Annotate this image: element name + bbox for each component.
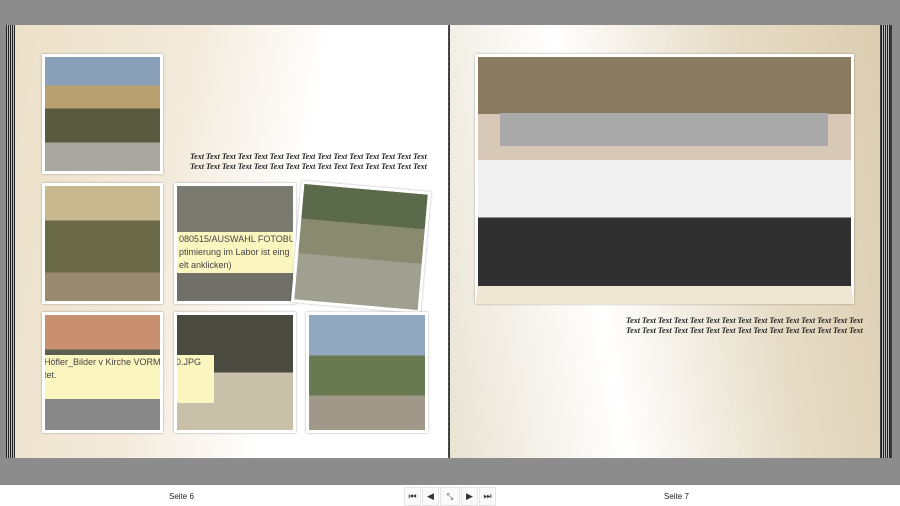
text-line: Text Text Text Text Text Text Text Text …	[626, 326, 863, 335]
photo-group-table[interactable]	[42, 183, 163, 304]
tooltip-line: ptimierung im Labor ist eing	[179, 247, 290, 257]
fit-view-button[interactable]: ⤡	[440, 487, 460, 506]
photo-firemen-rotated[interactable]	[290, 180, 432, 314]
tooltip: 0.JPG	[176, 355, 214, 403]
triangle-left-icon: ◀	[427, 491, 434, 501]
page-label-left: Seite 6	[169, 492, 194, 501]
tooltip-line: tet.	[44, 370, 57, 380]
skip-last-icon: ⏭	[483, 491, 492, 501]
photo-crowd[interactable]: 080515/AUSWAHL FOTOBUC ptimierung im Lab…	[174, 183, 296, 304]
last-page-button[interactable]: ⏭	[479, 487, 496, 506]
left-book-edge	[6, 25, 15, 458]
text-line: Text Text Text Text Text Text Text Text …	[190, 152, 427, 161]
next-page-button[interactable]: ▶	[461, 487, 478, 506]
page-fold	[448, 25, 449, 458]
text-line: Text Text Text Text Text Text Text Text …	[190, 162, 427, 171]
tooltip-line: 0.JPG	[176, 357, 202, 367]
text-line: Text Text Text Text Text Text Text Text …	[626, 316, 863, 325]
page-label-right: Seite 7	[664, 492, 689, 501]
tooltip: Höfler_Bilder v Kirche VORMACH tet.	[44, 355, 161, 399]
first-page-button[interactable]: ⏮	[404, 487, 421, 506]
tooltip-line: Höfler_Bilder v Kirche VORMACH	[44, 357, 161, 367]
tooltip-line: 080515/AUSWAHL FOTOBUC	[179, 234, 296, 244]
photo-square-tables[interactable]	[42, 54, 163, 174]
tooltip-line: elt anklicken)	[179, 260, 232, 270]
tooltip: 080515/AUSWAHL FOTOBUC ptimierung im Lab…	[177, 232, 296, 273]
placeholder-bar	[500, 113, 828, 146]
photo-street[interactable]: Höfler_Bilder v Kirche VORMACH tet.	[42, 312, 163, 433]
previous-page-button[interactable]: ◀	[422, 487, 439, 506]
left-text-block[interactable]: Text Text Text Text Text Text Text Text …	[190, 152, 427, 172]
triangle-right-icon: ▶	[466, 491, 473, 501]
skip-first-icon: ⏮	[408, 491, 417, 501]
right-book-edge	[881, 25, 890, 458]
photo-cart[interactable]: 0.JPG	[174, 312, 296, 433]
collapse-arrows-icon: ⤡	[446, 492, 454, 501]
photo-church-cart[interactable]	[306, 312, 428, 433]
photo-wedding[interactable]	[475, 54, 854, 304]
right-text-block[interactable]: Text Text Text Text Text Text Text Text …	[626, 316, 863, 336]
